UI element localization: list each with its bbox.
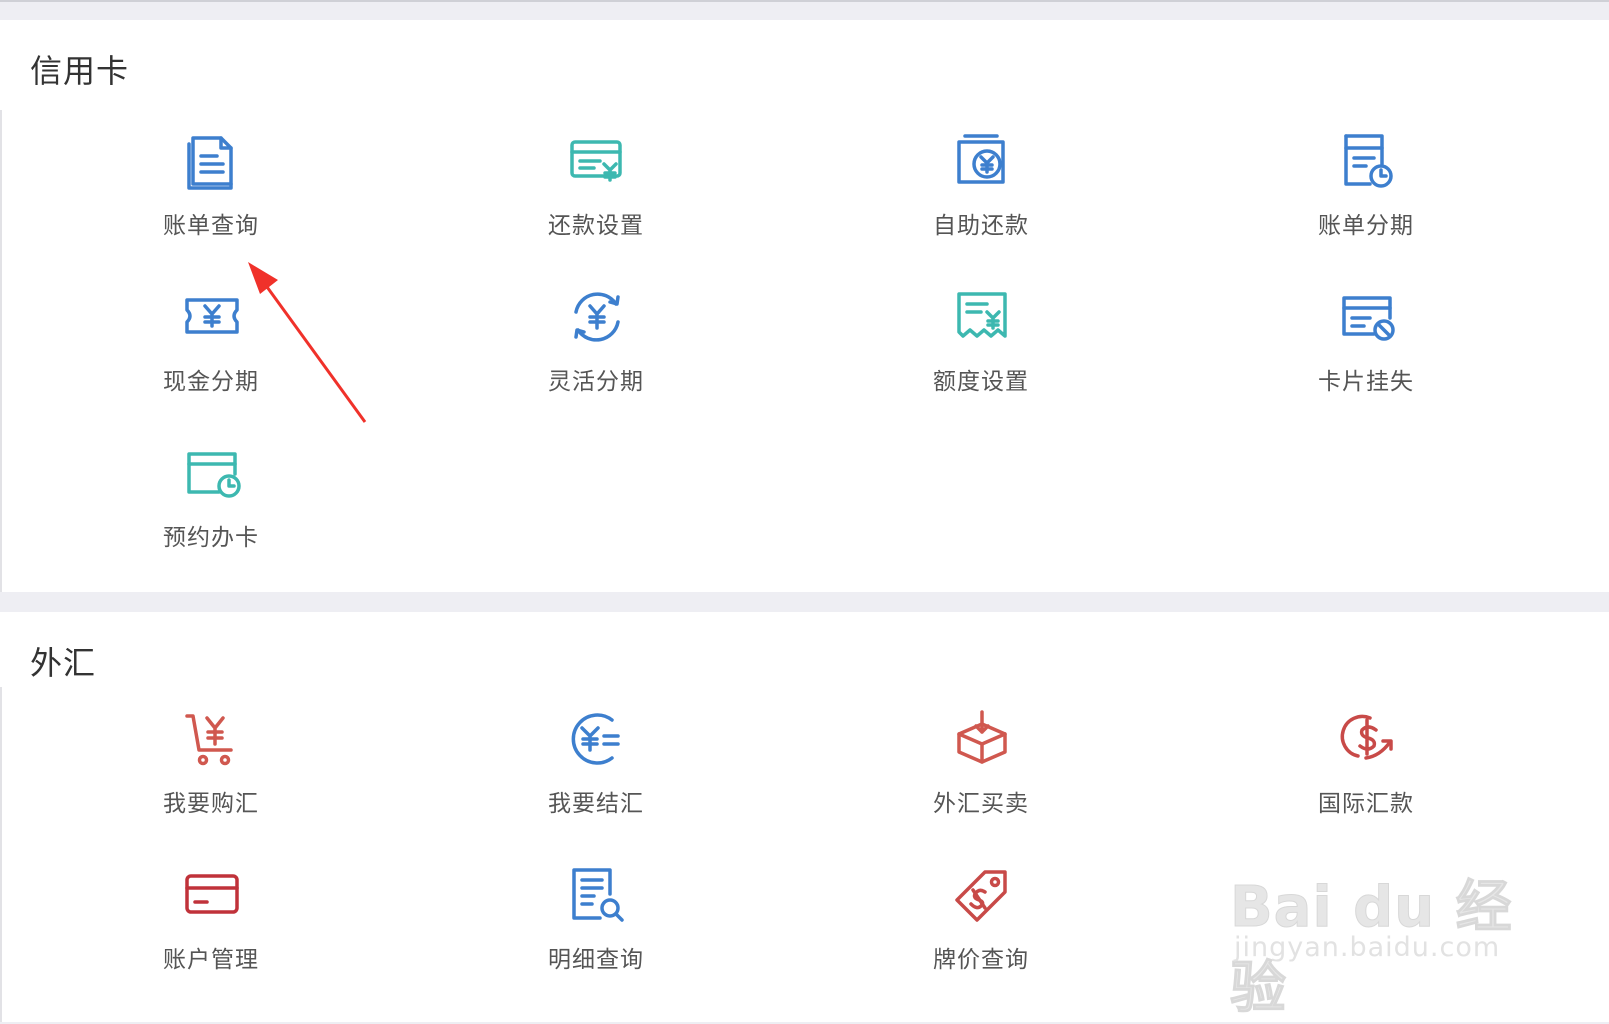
item-repayment-settings[interactable]: 还款设置 <box>486 130 706 260</box>
watermark-url: jingyan.baidu.com <box>1234 932 1501 963</box>
item-label: 账单分期 <box>1318 213 1414 239</box>
item-label: 还款设置 <box>548 213 644 239</box>
item-buy-foreign-currency[interactable]: 我要购汇 <box>101 708 321 838</box>
card-yen-settings-icon <box>566 130 628 192</box>
bill-document-icon <box>181 130 243 192</box>
item-label: 额度设置 <box>933 369 1029 395</box>
item-limit-settings[interactable]: 额度设置 <box>871 286 1091 416</box>
item-label: 账户管理 <box>163 947 259 973</box>
section-title-foreign-exchange: 外汇 <box>30 644 97 682</box>
dollar-arrow-icon <box>1336 708 1398 770</box>
price-tag-icon <box>951 864 1013 926</box>
item-label: 明细查询 <box>548 947 644 973</box>
item-label: 国际汇款 <box>1318 791 1414 817</box>
box-download-icon <box>951 708 1013 770</box>
item-flexible-installment[interactable]: 灵活分期 <box>486 286 706 416</box>
item-label: 我要结汇 <box>548 791 644 817</box>
receipt-yen-icon <box>951 286 1013 348</box>
item-label: 自助还款 <box>933 213 1029 239</box>
item-label: 灵活分期 <box>548 369 644 395</box>
item-exchange-rate-inquiry[interactable]: 牌价查询 <box>871 864 1091 994</box>
section-left-edge <box>0 687 2 1022</box>
item-cash-installment[interactable]: 现金分期 <box>101 286 321 416</box>
item-label: 牌价查询 <box>933 947 1029 973</box>
item-forex-trading[interactable]: 外汇买卖 <box>871 708 1091 838</box>
item-label: 外汇买卖 <box>933 791 1029 817</box>
card-clock-icon <box>181 442 243 504</box>
item-book-card-application[interactable]: 预约办卡 <box>101 442 321 572</box>
cart-yen-icon <box>181 708 243 770</box>
card-blocked-icon <box>1336 286 1398 348</box>
item-bill-inquiry[interactable]: 账单查询 <box>101 130 321 260</box>
item-transaction-details[interactable]: 明细查询 <box>486 864 706 994</box>
item-international-remittance[interactable]: 国际汇款 <box>1256 708 1476 838</box>
item-sell-foreign-currency[interactable]: 我要结汇 <box>486 708 706 838</box>
section-left-edge <box>0 110 2 592</box>
item-bill-installment[interactable]: 账单分期 <box>1256 130 1476 260</box>
document-search-icon <box>566 864 628 926</box>
bill-clock-icon <box>1336 130 1398 192</box>
item-label: 账单查询 <box>163 213 259 239</box>
item-label: 现金分期 <box>163 369 259 395</box>
section-title-credit-card: 信用卡 <box>30 52 130 90</box>
item-account-management[interactable]: 账户管理 <box>101 864 321 994</box>
bank-card-icon <box>181 864 243 926</box>
item-label: 卡片挂失 <box>1318 369 1414 395</box>
yen-cycle-icon <box>566 286 628 348</box>
item-self-repayment[interactable]: 自助还款 <box>871 130 1091 260</box>
watermark: Bai du 经验 jingyan.baidu.com <box>1230 828 1530 1022</box>
wallet-yen-icon <box>951 130 1013 192</box>
yen-exchange-icon <box>566 708 628 770</box>
item-card-report-lost[interactable]: 卡片挂失 <box>1256 286 1476 416</box>
item-label: 我要购汇 <box>163 791 259 817</box>
item-label: 预约办卡 <box>163 525 259 551</box>
top-divider <box>0 0 1609 2</box>
cash-ticket-icon <box>181 286 243 348</box>
credit-card-section: 信用卡 账单查询 还款设置 自助还款 账单分期 现金分期 灵活分期 额度设置 卡… <box>0 20 1609 592</box>
